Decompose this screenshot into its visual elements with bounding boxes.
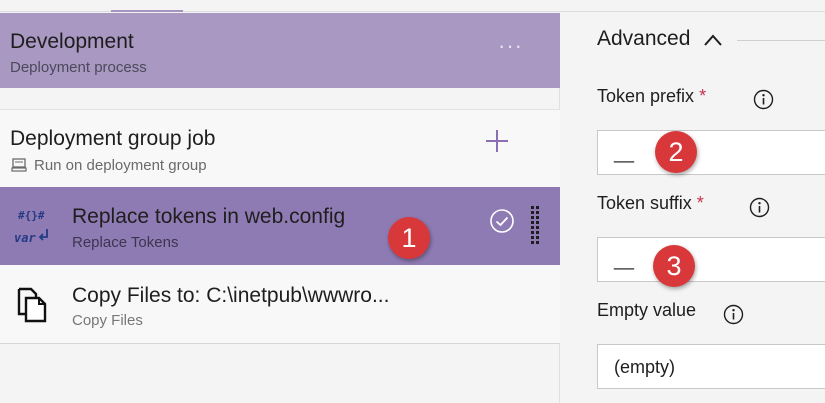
svg-text:#{}#: #{}# bbox=[18, 209, 45, 222]
task-properties-pane: Advanced Token prefix * __ Token suffix … bbox=[561, 13, 825, 403]
chevron-up-icon[interactable] bbox=[703, 33, 723, 47]
required-marker: * bbox=[696, 193, 704, 213]
task-title: Replace tokens in web.config bbox=[72, 205, 346, 228]
callout-badge: 3 bbox=[653, 245, 695, 287]
callout-badge: 1 bbox=[388, 217, 430, 259]
token-suffix-label: Token suffix * bbox=[597, 193, 704, 214]
info-icon[interactable] bbox=[753, 89, 774, 110]
token-prefix-input[interactable]: __ bbox=[597, 130, 825, 175]
field-label-text: Token prefix bbox=[597, 86, 695, 106]
task-replace-tokens[interactable]: #{}# var Replace tokens in web.config Re… bbox=[0, 187, 560, 265]
task-title: Copy Files to: C:\inetpub\wwwro... bbox=[72, 284, 390, 307]
empty-value-label: Empty value bbox=[597, 300, 696, 321]
info-icon[interactable] bbox=[723, 304, 744, 325]
section-divider bbox=[737, 40, 825, 41]
callout-badge: 2 bbox=[655, 131, 697, 173]
active-tab-indicator bbox=[111, 10, 183, 12]
drag-handle-icon[interactable] bbox=[530, 206, 540, 244]
advanced-section-header[interactable]: Advanced bbox=[597, 27, 690, 51]
info-icon[interactable] bbox=[749, 197, 770, 218]
token-suffix-input[interactable]: __ bbox=[597, 237, 825, 282]
add-task-icon[interactable] bbox=[484, 128, 510, 154]
stage-title: Development bbox=[10, 30, 134, 53]
job-title: Deployment group job bbox=[10, 127, 216, 150]
field-value: __ bbox=[614, 250, 635, 270]
top-tab-strip bbox=[0, 0, 825, 12]
replace-tokens-icon: #{}# var bbox=[14, 209, 48, 245]
task-subtitle: Copy Files bbox=[72, 312, 143, 329]
machine-icon bbox=[11, 158, 27, 172]
enabled-check-icon[interactable] bbox=[489, 208, 515, 234]
job-subtitle: Run on deployment group bbox=[34, 157, 207, 174]
task-copy-files[interactable]: Copy Files to: C:\inetpub\wwwro... Copy … bbox=[0, 265, 560, 344]
svg-text:var: var bbox=[14, 231, 36, 245]
copy-files-icon bbox=[17, 287, 47, 323]
deployment-group-job[interactable]: Deployment group job Run on deployment g… bbox=[0, 109, 560, 187]
field-label-text: Token suffix bbox=[597, 193, 692, 213]
more-options-icon[interactable]: ··· bbox=[498, 33, 523, 59]
field-label-text: Empty value bbox=[597, 300, 697, 320]
field-value: (empty) bbox=[614, 357, 676, 377]
task-subtitle: Replace Tokens bbox=[72, 234, 179, 251]
pipeline-pane: Development Deployment process ··· Deplo… bbox=[0, 13, 560, 403]
stage-subtitle: Deployment process bbox=[10, 59, 147, 76]
token-prefix-label: Token prefix * bbox=[597, 86, 706, 107]
field-value: __ bbox=[614, 143, 635, 163]
stage-development[interactable]: Development Deployment process ··· bbox=[0, 13, 560, 88]
empty-value-input[interactable]: (empty) bbox=[597, 344, 825, 389]
required-marker: * bbox=[699, 86, 707, 106]
